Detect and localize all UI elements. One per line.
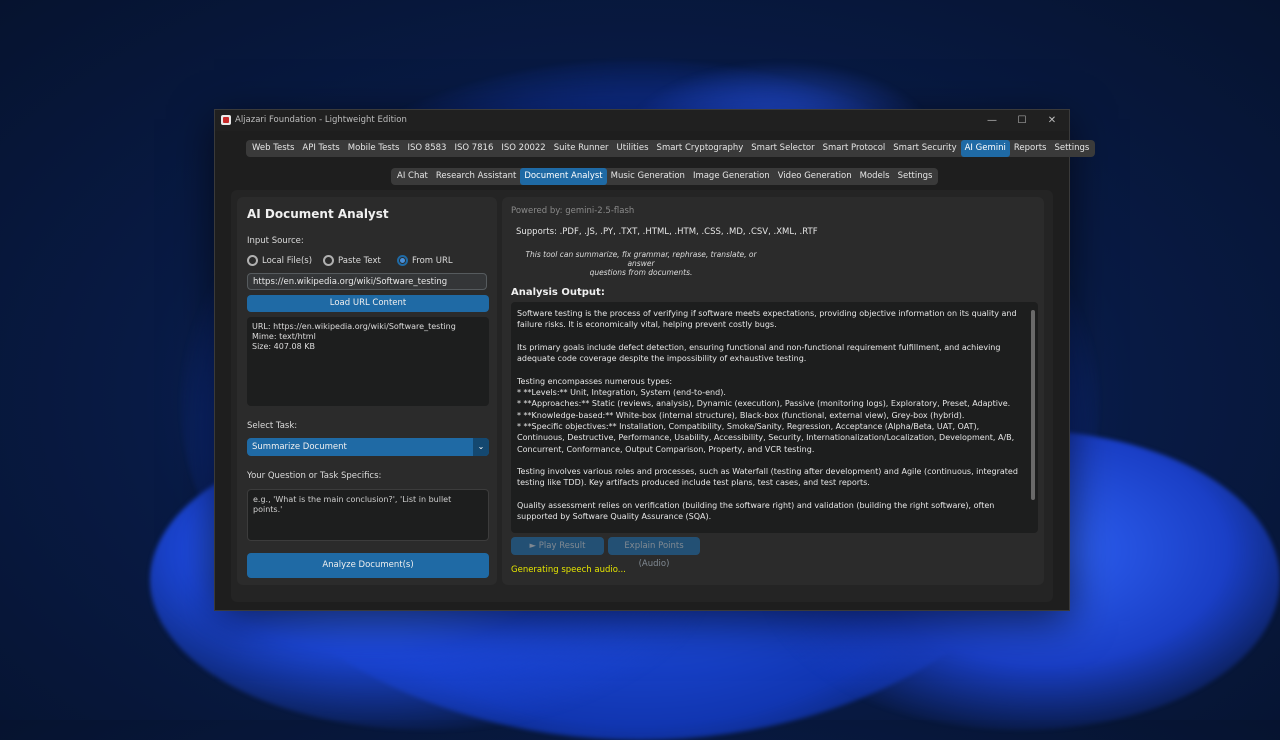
output-bullet: * **Levels:** Unit, Integration, System … <box>517 388 726 398</box>
explain-points-audio-button[interactable]: Explain Points (Audio) <box>608 537 700 569</box>
output-bullet: * **Knowledge-based:** White-box (intern… <box>517 410 965 420</box>
source-info-box: URL: https://en.wikipedia.org/wiki/Softw… <box>247 317 489 406</box>
tab-smart-selector[interactable]: Smart Selector <box>747 140 818 157</box>
powered-by-label: Powered by: gemini-2.5-flash <box>511 206 635 216</box>
tab-settings[interactable]: Settings <box>1050 140 1093 157</box>
input-source-label: Input Source: <box>247 236 304 246</box>
radio-from-url[interactable]: From URL <box>397 255 453 266</box>
question-textarea[interactable]: e.g., 'What is the main conclusion?', 'L… <box>247 489 489 541</box>
subtab-music-generation[interactable]: Music Generation <box>607 168 689 185</box>
title-bar: Aljazari Foundation - Lightweight Editio… <box>215 110 1069 131</box>
output-bullet: * **Specific objectives:** Installation,… <box>517 421 1015 454</box>
tool-description-line: questions from documents. <box>589 268 693 277</box>
app-logo-icon <box>221 115 231 125</box>
radio-label: Paste Text <box>338 255 381 266</box>
subtab-document-analyst[interactable]: Document Analyst <box>520 168 607 185</box>
radio-local-files[interactable]: Local File(s) <box>247 255 312 266</box>
tab-smart-cryptography[interactable]: Smart Cryptography <box>653 140 748 157</box>
main-tab-bar: Web Tests API Tests Mobile Tests ISO 858… <box>246 140 1096 157</box>
status-text: Generating speech audio... <box>511 565 626 575</box>
close-button[interactable]: ✕ <box>1037 113 1067 128</box>
subtab-models[interactable]: Models <box>856 168 894 185</box>
info-url: URL: https://en.wikipedia.org/wiki/Softw… <box>252 322 456 331</box>
subtab-video-generation[interactable]: Video Generation <box>774 168 856 185</box>
tab-suite-runner[interactable]: Suite Runner <box>550 140 613 157</box>
window-title: Aljazari Foundation - Lightweight Editio… <box>235 115 407 125</box>
tool-description-line: This tool can summarize, fix grammar, re… <box>525 250 757 268</box>
chevron-down-icon[interactable]: ⌄ <box>473 438 489 456</box>
analyze-button[interactable]: Analyze Document(s) <box>247 553 489 578</box>
tab-ai-gemini[interactable]: AI Gemini <box>960 140 1010 157</box>
maximize-button[interactable]: ☐ <box>1007 113 1037 128</box>
tab-iso-7816[interactable]: ISO 7816 <box>450 140 497 157</box>
radio-paste-text[interactable]: Paste Text <box>323 255 381 266</box>
analysis-output-text: Software testing is the process of verif… <box>517 308 1029 533</box>
radio-label: From URL <box>412 255 453 266</box>
radio-circle-icon <box>247 255 258 266</box>
sub-tab-bar: AI Chat Research Assistant Document Anal… <box>391 168 939 185</box>
tab-utilities[interactable]: Utilities <box>613 140 653 157</box>
output-paragraph: Testing encompasses numerous types: <box>517 376 673 386</box>
output-bullet: * **Approaches:** Static (reviews, analy… <box>517 399 1011 409</box>
load-url-button[interactable]: Load URL Content <box>247 295 489 312</box>
tab-smart-security[interactable]: Smart Security <box>889 140 960 157</box>
select-task-label: Select Task: <box>247 421 298 431</box>
output-paragraph: Its primary goals include defect detecti… <box>517 342 1001 364</box>
output-scrollbar[interactable] <box>1031 310 1035 500</box>
question-label: Your Question or Task Specifics: <box>247 471 382 481</box>
url-input[interactable]: https://en.wikipedia.org/wiki/Software_t… <box>247 273 487 290</box>
tab-iso-20022[interactable]: ISO 20022 <box>497 140 549 157</box>
output-paragraph: Software testing is the process of verif… <box>517 309 1017 330</box>
tool-description: This tool can summarize, fix grammar, re… <box>511 250 771 277</box>
radio-label: Local File(s) <box>262 255 313 266</box>
tab-iso-8583[interactable]: ISO 8583 <box>404 140 451 157</box>
subtab-research-assistant[interactable]: Research Assistant <box>432 168 520 185</box>
subtab-ai-chat[interactable]: AI Chat <box>393 168 432 185</box>
task-select-value: Summarize Document <box>252 442 347 452</box>
panel-title: AI Document Analyst <box>247 207 389 221</box>
analysis-output-title: Analysis Output: <box>511 287 605 298</box>
output-paragraph: Quality assessment relies on verificatio… <box>517 501 995 522</box>
tab-mobile-tests[interactable]: Mobile Tests <box>344 140 404 157</box>
radio-selected-icon <box>397 255 408 266</box>
radio-circle-icon <box>323 255 334 266</box>
minimize-button[interactable]: — <box>977 113 1007 128</box>
output-paragraph: Testing involves various roles and proce… <box>517 467 1018 488</box>
tab-api-tests[interactable]: API Tests <box>298 140 343 157</box>
play-result-button[interactable]: ► Play Result <box>511 537 604 555</box>
tab-smart-protocol[interactable]: Smart Protocol <box>819 140 890 157</box>
tab-reports[interactable]: Reports <box>1010 140 1051 157</box>
tab-web-tests[interactable]: Web Tests <box>248 140 298 157</box>
app-window: Aljazari Foundation - Lightweight Editio… <box>214 109 1096 611</box>
analysis-output-box[interactable]: Software testing is the process of verif… <box>511 302 1038 533</box>
question-placeholder: e.g., 'What is the main conclusion?', 'L… <box>253 495 452 514</box>
info-mime: Mime: text/html <box>252 332 316 341</box>
supported-formats: Supports: .PDF, .JS, .PY, .TXT, .HTML, .… <box>516 227 818 237</box>
info-size: Size: 407.08 KB <box>252 342 315 351</box>
subtab-settings[interactable]: Settings <box>894 168 937 185</box>
left-panel: AI Document Analyst Input Source: Local … <box>237 197 497 585</box>
right-panel: Powered by: gemini-2.5-flash Supports: .… <box>502 197 1044 585</box>
task-select[interactable]: Summarize Document ⌄ <box>247 438 489 456</box>
subtab-image-generation[interactable]: Image Generation <box>689 168 774 185</box>
